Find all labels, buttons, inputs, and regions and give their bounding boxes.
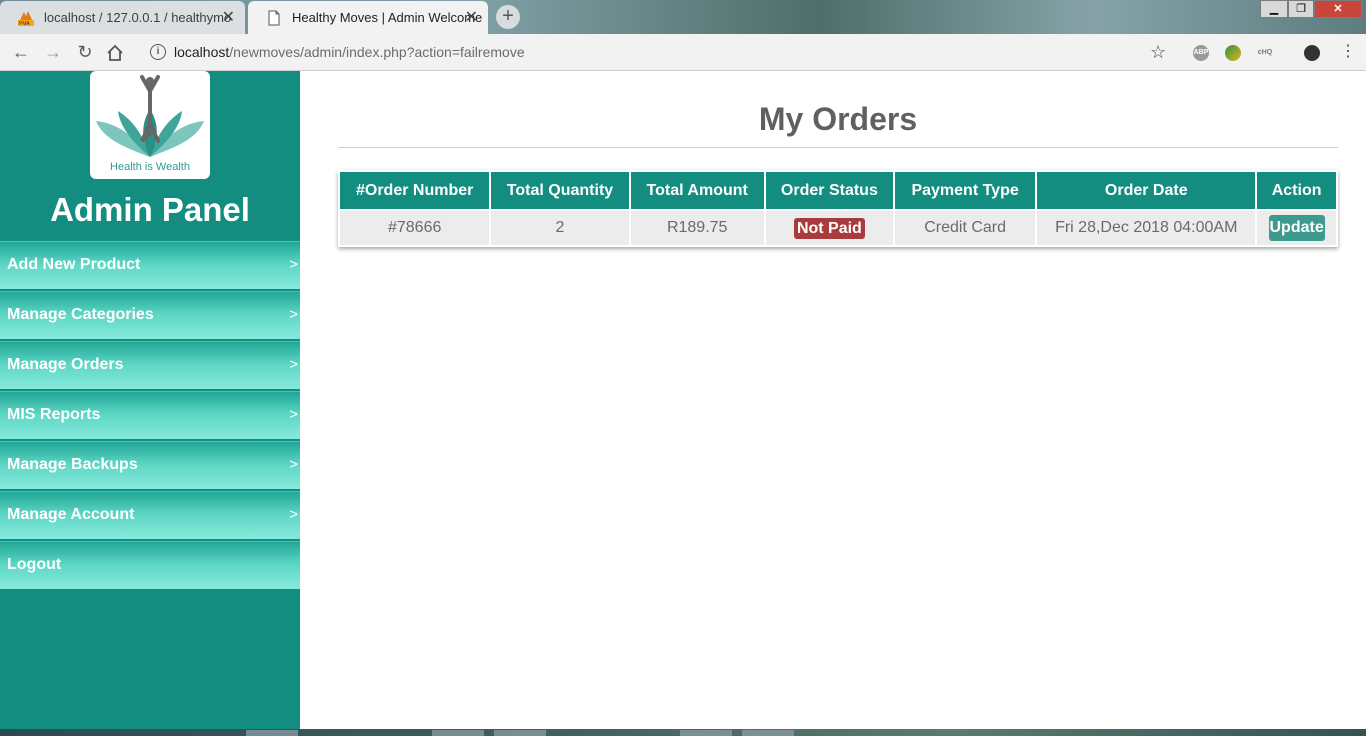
sidebar-item-label: Manage Orders [7, 356, 124, 373]
table-row: #78666 2 R189.75 Not Paid Credit Card Fr… [340, 211, 1336, 245]
chevron-right-icon: > [289, 356, 298, 373]
page-title: My Orders [758, 101, 918, 137]
sidebar-item-manage-backups[interactable]: Manage Backups > [0, 441, 300, 489]
sidebar-nav: Add New Product > Manage Categories > Ma… [0, 241, 300, 591]
os-taskbar [0, 729, 1366, 736]
status-cell: Not Paid [765, 211, 893, 245]
logo-tagline: Health is Wealth [110, 161, 190, 173]
page-icon [268, 10, 280, 26]
sidebar-item-label: Add New Product [7, 256, 141, 273]
column-header: Order Status [765, 172, 893, 209]
browser-tabstrip: PMA localhost / 127.0.0.1 / healthymo ✕ … [0, 0, 1366, 34]
browser-tab-phpmyadmin[interactable]: PMA localhost / 127.0.0.1 / healthymo ✕ [0, 1, 245, 34]
logo: Health is Wealth [90, 71, 210, 179]
chevron-right-icon: > [289, 306, 298, 323]
browser-menu-icon[interactable]: ⋮ [1340, 42, 1356, 62]
quantity-cell: 2 [491, 211, 629, 245]
column-header: Payment Type [894, 172, 1036, 209]
taskbar-app-button[interactable] [742, 730, 794, 736]
back-arrow-icon[interactable]: ← [9, 40, 33, 64]
sidebar-item-manage-account[interactable]: Manage Account > [0, 491, 300, 539]
sidebar-item-label: Manage Backups [7, 456, 138, 473]
action-cell: Update [1257, 211, 1336, 245]
chevron-right-icon: > [289, 406, 298, 423]
sidebar-item-add-new-product[interactable]: Add New Product > [0, 241, 300, 289]
address-bar[interactable]: i localhost/newmoves/admin/index.php?act… [140, 38, 1180, 66]
new-tab-button[interactable]: + [496, 5, 520, 29]
sidebar-title: Admin Panel [50, 191, 250, 228]
window-maximize-button[interactable]: ❐ [1288, 0, 1314, 18]
reload-icon[interactable]: ↻ [73, 40, 97, 64]
window-close-button[interactable]: ✕ [1314, 0, 1362, 18]
admin-sidebar: Health is Wealth Admin Panel Add New Pro… [0, 71, 300, 729]
column-header: Action [1257, 172, 1336, 209]
sidebar-item-manage-categories[interactable]: Manage Categories > [0, 291, 300, 339]
taskbar-app-button[interactable] [246, 730, 298, 736]
profile-avatar[interactable] [1304, 45, 1320, 61]
forward-arrow-icon[interactable]: → [41, 40, 65, 64]
cloudhq-extension-icon[interactable]: cHQ [1257, 45, 1273, 61]
orders-table: #Order Number Total Quantity Total Amoun… [338, 170, 1338, 247]
taskbar-app-button[interactable] [432, 730, 484, 736]
yoga-lotus-logo-icon [96, 75, 204, 157]
tab-close-icon[interactable]: ✕ [465, 1, 478, 34]
bookmark-star-icon[interactable]: ☆ [1150, 40, 1166, 64]
browser-toolbar: ← → ↻ i localhost/newmoves/admin/index.p… [0, 34, 1366, 71]
update-order-button[interactable]: Update [1268, 215, 1325, 241]
info-icon[interactable]: i [150, 44, 166, 60]
sidebar-item-label: Manage Account [7, 506, 135, 523]
amount-cell: R189.75 [630, 211, 764, 245]
tab-close-icon[interactable]: ✕ [222, 1, 235, 34]
title-divider [338, 147, 1338, 148]
globe-extension-icon[interactable] [1225, 45, 1241, 61]
sidebar-item-label: MIS Reports [7, 406, 101, 423]
payment-type-cell: Credit Card [894, 211, 1036, 245]
column-header: #Order Number [340, 172, 490, 209]
order-date-cell: Fri 28,Dec 2018 04:00AM [1037, 211, 1256, 245]
pma-icon: PMA [18, 11, 34, 26]
main-content: My Orders #Order Number Total Quantity T… [300, 71, 1366, 729]
tab-label: Healthy Moves | Admin Welcome [292, 10, 483, 25]
sidebar-item-logout[interactable]: Logout [0, 541, 300, 589]
chevron-right-icon: > [289, 506, 298, 523]
sidebar-item-label: Logout [7, 556, 62, 573]
column-header: Total Quantity [491, 172, 629, 209]
browser-tab-admin-welcome[interactable]: Healthy Moves | Admin Welcome ✕ [248, 1, 488, 34]
column-header: Total Amount [630, 172, 764, 209]
column-header: Order Date [1037, 172, 1256, 209]
sidebar-item-manage-orders[interactable]: Manage Orders > [0, 341, 300, 389]
taskbar-app-button[interactable] [494, 730, 546, 736]
status-badge: Not Paid [793, 217, 865, 239]
home-icon[interactable] [106, 44, 124, 62]
taskbar-app-button[interactable] [680, 730, 732, 736]
order-number-cell: #78666 [340, 211, 490, 245]
url-text[interactable]: localhost/newmoves/admin/index.php?actio… [174, 38, 525, 66]
sidebar-item-label: Manage Categories [7, 306, 154, 323]
tab-label: localhost / 127.0.0.1 / healthymo [44, 10, 232, 25]
chevron-right-icon: > [289, 456, 298, 473]
table-header-row: #Order Number Total Quantity Total Amoun… [340, 172, 1336, 209]
sidebar-item-mis-reports[interactable]: MIS Reports > [0, 391, 300, 439]
window-minimize-button[interactable]: ▁ [1260, 0, 1288, 18]
chevron-right-icon: > [289, 256, 298, 273]
adblock-extension-icon[interactable]: ABP [1193, 45, 1209, 61]
svg-text:PMA: PMA [19, 21, 31, 26]
